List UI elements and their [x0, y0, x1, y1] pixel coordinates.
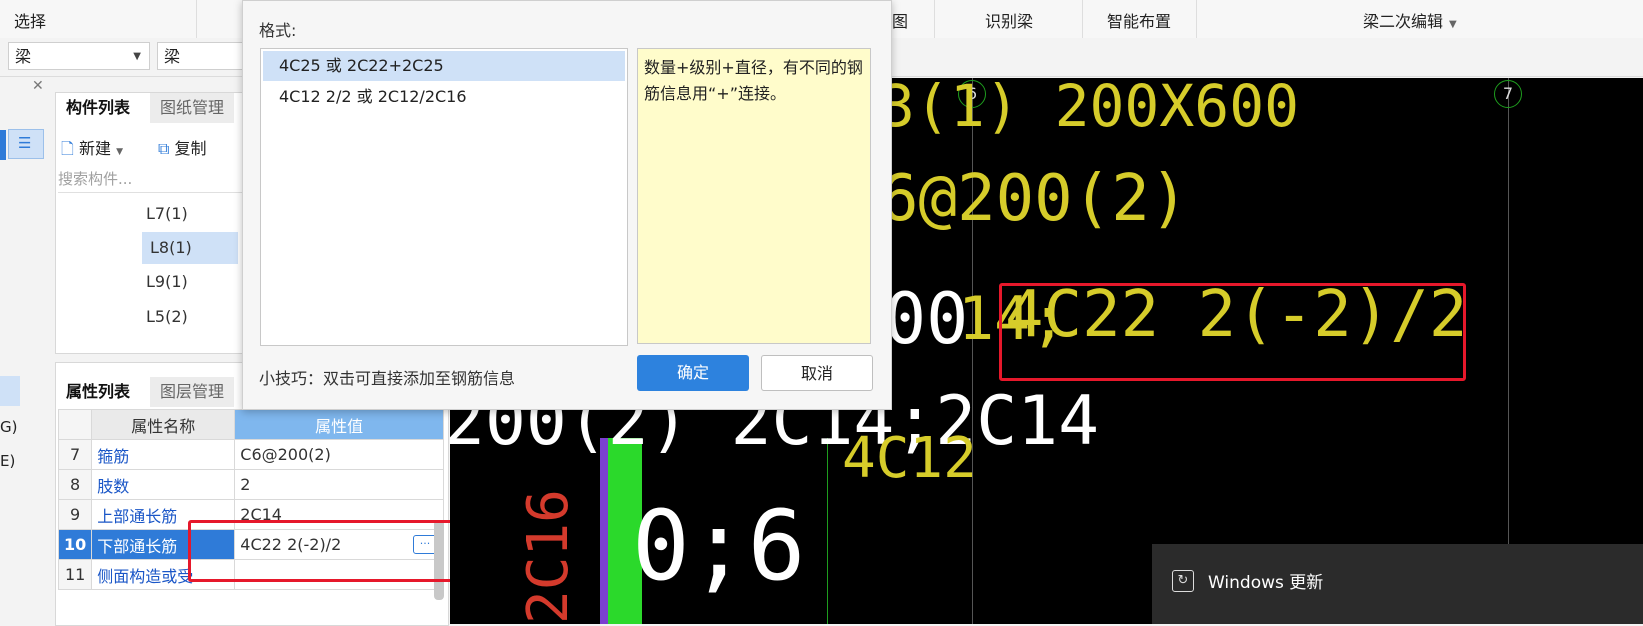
- list-item-selected[interactable]: L8(1): [142, 232, 238, 264]
- select-tool[interactable]: 选择: [14, 8, 46, 32]
- tip-text: 小技巧：双击可直接添加至钢筋信息: [259, 369, 516, 388]
- chevron-down-icon: ▼: [133, 51, 141, 62]
- green-line: [827, 438, 828, 624]
- new-label: 新建: [78, 139, 111, 158]
- component-search-input[interactable]: 搜索构件...: [58, 166, 244, 193]
- new-component-button[interactable]: 🗋 新建 ▼: [61, 135, 123, 165]
- list-icon: ☰: [18, 134, 32, 152]
- new-file-icon: 🗋: [61, 139, 74, 158]
- floor-type-combo[interactable]: 梁 ▼: [8, 42, 150, 70]
- axis-bubble-7: 7: [1494, 80, 1522, 108]
- list-item[interactable]: L7(1): [138, 198, 234, 230]
- nav-label-e: E): [0, 452, 16, 470]
- property-value[interactable]: C6@200(2): [234, 439, 444, 470]
- highlight-box-cad: [999, 283, 1466, 381]
- axis-line-7: [1508, 78, 1509, 624]
- header-num: [57, 409, 93, 440]
- list-item[interactable]: L5(2): [138, 301, 234, 333]
- nav-label-g: G): [0, 418, 18, 436]
- ribbon-divider: [196, 0, 197, 38]
- copy-component-button[interactable]: ⧉ 复制: [158, 135, 207, 159]
- property-value[interactable]: 2: [234, 469, 444, 500]
- format-option[interactable]: 4C12 2/2 或 2C12/2C16: [263, 82, 625, 112]
- smart-layout-button[interactable]: 智能布置: [1107, 8, 1171, 32]
- copy-icon: ⧉: [158, 139, 170, 158]
- row-number: 7: [57, 439, 93, 470]
- format-label: 格式:: [259, 21, 297, 40]
- ribbon-divider: [1082, 0, 1083, 38]
- vertical-rebar-annotation: 2C16: [516, 489, 581, 624]
- tab-component-list[interactable]: 构件列表: [56, 93, 141, 123]
- toast-title: Windows 更新: [1208, 573, 1324, 593]
- format-option-selected[interactable]: 4C25 或 2C22+2C25: [263, 51, 625, 81]
- header-property-value: 属性值: [234, 409, 444, 440]
- beam-secondary-edit-label: 梁二次编辑: [1363, 12, 1444, 31]
- beam-secondary-edit-menu[interactable]: 梁二次编辑 ▼: [1363, 8, 1457, 32]
- identify-beam-button[interactable]: 识别梁: [985, 8, 1033, 32]
- refresh-icon: ↻: [1172, 570, 1194, 592]
- close-icon[interactable]: ✕: [32, 78, 44, 94]
- header-property-name: 属性名称: [91, 409, 236, 440]
- ok-button[interactable]: 确定: [637, 355, 749, 391]
- tab-property-list[interactable]: 属性列表: [56, 377, 141, 407]
- list-item[interactable]: L9(1): [138, 266, 234, 298]
- list-view-toggle[interactable]: ☰: [8, 129, 44, 159]
- ribbon-divider: [1196, 0, 1197, 38]
- beam-size-annotation: 3(1) 200X600: [880, 78, 1300, 140]
- nav-selected-item[interactable]: [0, 376, 20, 406]
- element-type-value: 梁: [164, 47, 181, 66]
- cancel-button[interactable]: 取消: [761, 355, 873, 391]
- rebar-format-dialog: 格式: 4C25 或 2C22+2C25 4C12 2/2 或 2C12/2C1…: [242, 0, 892, 410]
- bar-annotation-prefix: 00: [884, 278, 969, 360]
- tab-layer-management[interactable]: 图层管理: [150, 377, 235, 407]
- left-nav-strip: ✕ G) E): [0, 78, 48, 624]
- stirrup-annotation: 6@200(2): [880, 162, 1189, 236]
- windows-update-toast[interactable]: ↻ Windows 更新: [1152, 544, 1643, 624]
- row-number: 9: [57, 499, 93, 530]
- chevron-down-icon: ▼: [116, 147, 123, 157]
- property-name: 肢数: [91, 469, 236, 500]
- ribbon-divider: [934, 0, 935, 38]
- property-name: 箍筋: [91, 439, 236, 470]
- highlight-box-property: [188, 520, 476, 582]
- row-number: 11: [57, 559, 93, 590]
- row-number: 10: [57, 529, 93, 560]
- purple-strip: [600, 438, 608, 624]
- table-header: 属性名称 属性值: [57, 409, 444, 440]
- support-annotation: 0;6: [632, 490, 806, 602]
- format-description: 数量+级别+直径，有不同的钢筋信息用“+”连接。: [637, 48, 871, 344]
- tab-drawing-management[interactable]: 图纸管理: [150, 93, 235, 123]
- element-type-combo[interactable]: 梁: [157, 42, 247, 70]
- floor-type-value: 梁: [15, 47, 32, 66]
- ribbon-partial-item[interactable]: 图: [892, 8, 908, 32]
- chevron-down-icon: ▼: [1449, 19, 1457, 30]
- nav-highlight: [0, 130, 6, 160]
- table-row[interactable]: 7 箍筋 C6@200(2): [57, 439, 444, 470]
- side-rebar-annotation: 4C12: [842, 426, 977, 491]
- row-number: 8: [57, 469, 93, 500]
- format-list[interactable]: 4C25 或 2C22+2C25 4C12 2/2 或 2C12/2C16: [260, 48, 628, 346]
- table-row[interactable]: 8 肢数 2: [57, 469, 444, 500]
- copy-label: 复制: [174, 139, 207, 158]
